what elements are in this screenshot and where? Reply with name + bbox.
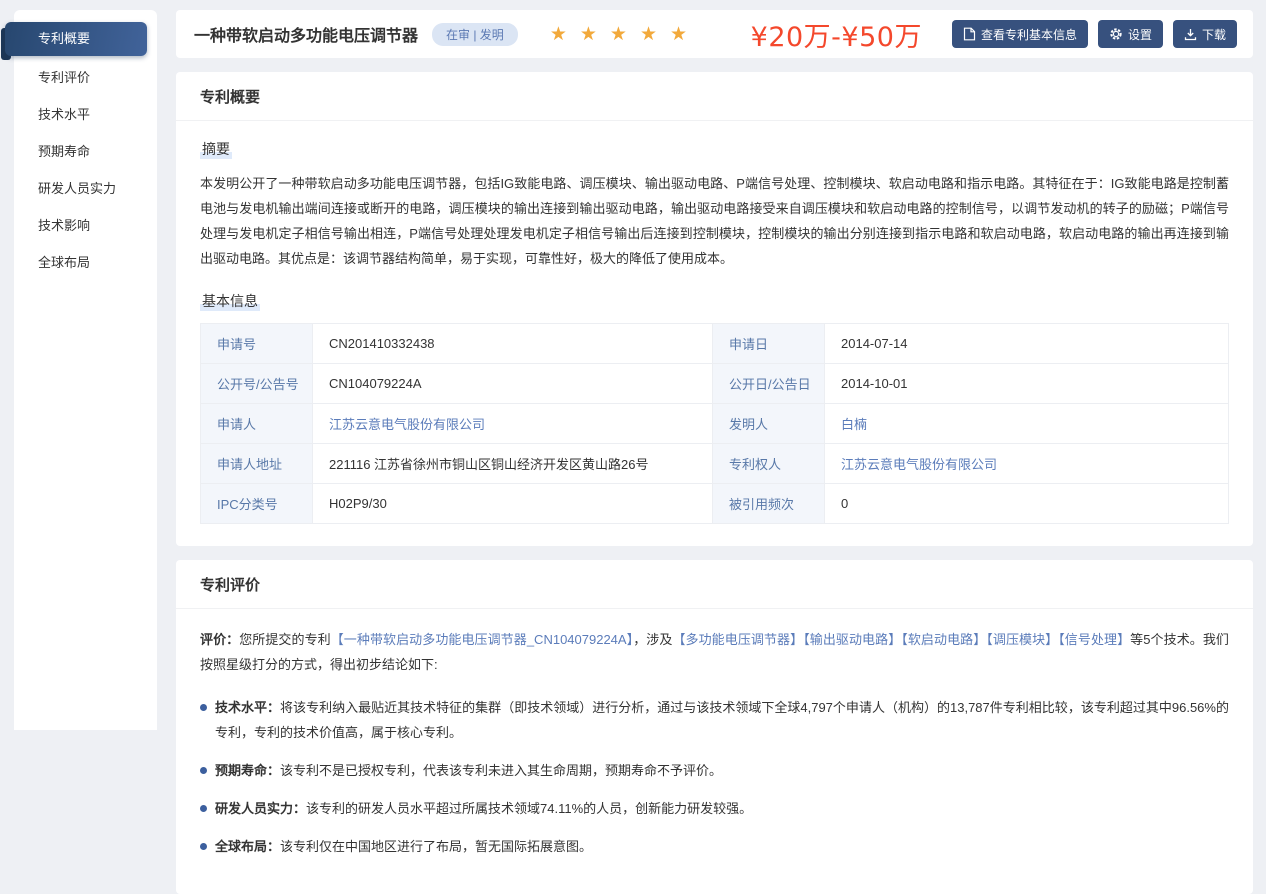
bullet-tech-level: 技术水平：将该专利纳入最贴近其技术特征的集群（即技术领域）进行分析，通过与该技术… — [200, 695, 1229, 745]
status-badge: 在审 | 发明 — [432, 23, 518, 46]
abstract-section-label: 摘要 — [200, 139, 232, 159]
inventor-link[interactable]: 白楠 — [841, 417, 867, 432]
star-icon: ★ — [580, 24, 597, 45]
ipc-class: H02P9/30 — [313, 484, 713, 524]
basic-info-section-label: 基本信息 — [200, 291, 260, 311]
table-row: 公开号/公告号 CN104079224A 公开日/公告日 2014-10-01 — [201, 364, 1229, 404]
rating-stars: ★ ★ ★ ★ ★ — [550, 23, 700, 46]
sidebar-item-rd-staff-strength[interactable]: 研发人员实力 — [14, 170, 157, 207]
header-actions: 查看专利基本信息 设置 下载 — [952, 20, 1237, 48]
star-icon: ★ — [640, 24, 657, 45]
table-row: 申请人 江苏云意电气股份有限公司 发明人 白楠 — [201, 404, 1229, 444]
table-row: 申请人地址 221116 江苏省徐州市铜山区铜山经济开发区黄山路26号 专利权人… — [201, 444, 1229, 484]
sidebar: 专利概要 专利评价 技术水平 预期寿命 研发人员实力 技术影响 全球布局 — [14, 10, 157, 730]
application-number: CN201410332438 — [313, 324, 713, 364]
patent-title: 一种带软启动多功能电压调节器 — [194, 22, 418, 46]
tech-tag-link[interactable]: 【多功能电压调节器】 — [672, 632, 803, 647]
cited-count: 0 — [825, 484, 1229, 524]
publication-date: 2014-10-01 — [825, 364, 1229, 404]
field-label: 申请人地址 — [201, 444, 313, 484]
tech-tag-link[interactable]: 【输出驱动电路】 — [803, 632, 901, 647]
sidebar-item-patent-evaluation[interactable]: 专利评价 — [14, 59, 157, 96]
field-label: 发明人 — [713, 404, 825, 444]
publication-number: CN104079224A — [313, 364, 713, 404]
applicant-link[interactable]: 江苏云意电气股份有限公司 — [329, 417, 485, 432]
field-label: IPC分类号 — [201, 484, 313, 524]
star-icon: ★ — [670, 24, 687, 45]
overview-card-title: 专利概要 — [176, 72, 1253, 121]
main-content: 一种带软启动多功能电压调节器 在审 | 发明 ★ ★ ★ ★ ★ ¥20万-¥50万 查… — [176, 10, 1253, 894]
star-icon: ★ — [550, 24, 567, 45]
application-date: 2014-07-14 — [825, 324, 1229, 364]
sidebar-item-patent-overview[interactable]: 专利概要 — [5, 22, 147, 56]
field-label: 被引用频次 — [713, 484, 825, 524]
patent-link[interactable]: 【一种带软启动多功能电压调节器_CN104079224A】 — [331, 632, 634, 647]
patent-header-bar: 一种带软启动多功能电压调节器 在审 | 发明 ★ ★ ★ ★ ★ ¥20万-¥50万 查… — [176, 10, 1253, 58]
document-icon — [963, 27, 976, 41]
view-basic-info-button[interactable]: 查看专利基本信息 — [952, 20, 1088, 48]
bullet-expected-life: 预期寿命：该专利不是已授权专利，代表该专利未进入其生命周期，预期寿命不予评价。 — [200, 758, 1229, 783]
tech-tag-link[interactable]: 【信号处理】 — [1058, 632, 1130, 647]
evaluation-summary: 评价：您所提交的专利【一种带软启动多功能电压调节器_CN104079224A】，… — [200, 627, 1229, 677]
applicant-address: 221116 江苏省徐州市铜山区铜山经济开发区黄山路26号 — [313, 444, 713, 484]
evaluation-card-title: 专利评价 — [176, 560, 1253, 609]
field-label: 公开号/公告号 — [201, 364, 313, 404]
patent-evaluation-card: 专利评价 评价：您所提交的专利【一种带软启动多功能电压调节器_CN1040792… — [176, 560, 1253, 894]
tech-tag-link[interactable]: 【调压模块】 — [986, 632, 1058, 647]
sidebar-item-tech-impact[interactable]: 技术影响 — [14, 207, 157, 244]
table-row: 申请号 CN201410332438 申请日 2014-07-14 — [201, 324, 1229, 364]
bullet-global-layout: 全球布局：该专利仅在中国地区进行了布局，暂无国际拓展意图。 — [200, 834, 1229, 859]
gear-icon — [1109, 27, 1123, 41]
evaluation-bullet-list: 技术水平：将该专利纳入最贴近其技术特征的集群（即技术领域）进行分析，通过与该技术… — [200, 695, 1229, 859]
sidebar-item-expected-life[interactable]: 预期寿命 — [14, 133, 157, 170]
table-row: IPC分类号 H02P9/30 被引用频次 0 — [201, 484, 1229, 524]
abstract-text: 本发明公开了一种带软启动多功能电压调节器，包括IG致能电路、调压模块、输出驱动电… — [200, 171, 1229, 271]
assignee-link[interactable]: 江苏云意电气股份有限公司 — [841, 457, 997, 472]
star-icon: ★ — [610, 24, 627, 45]
field-label: 专利权人 — [713, 444, 825, 484]
bullet-rd-staff: 研发人员实力：该专利的研发人员水平超过所属技术领域74.11%的人员，创新能力研… — [200, 796, 1229, 821]
download-icon — [1184, 28, 1197, 41]
sidebar-item-global-layout[interactable]: 全球布局 — [14, 244, 157, 281]
patent-overview-card: 专利概要 摘要 本发明公开了一种带软启动多功能电压调节器，包括IG致能电路、调压… — [176, 72, 1253, 546]
field-label: 申请日 — [713, 324, 825, 364]
tech-tag-link[interactable]: 【软启动电路】 — [901, 632, 986, 647]
sidebar-item-tech-level[interactable]: 技术水平 — [14, 96, 157, 133]
patent-value-estimate: ¥20万-¥50万 — [751, 15, 922, 54]
evaluation-label: 评价： — [200, 632, 239, 647]
download-button[interactable]: 下载 — [1173, 20, 1237, 48]
basic-info-table: 申请号 CN201410332438 申请日 2014-07-14 公开号/公告… — [200, 323, 1229, 524]
field-label: 申请人 — [201, 404, 313, 444]
field-label: 公开日/公告日 — [713, 364, 825, 404]
settings-button[interactable]: 设置 — [1098, 20, 1163, 48]
field-label: 申请号 — [201, 324, 313, 364]
